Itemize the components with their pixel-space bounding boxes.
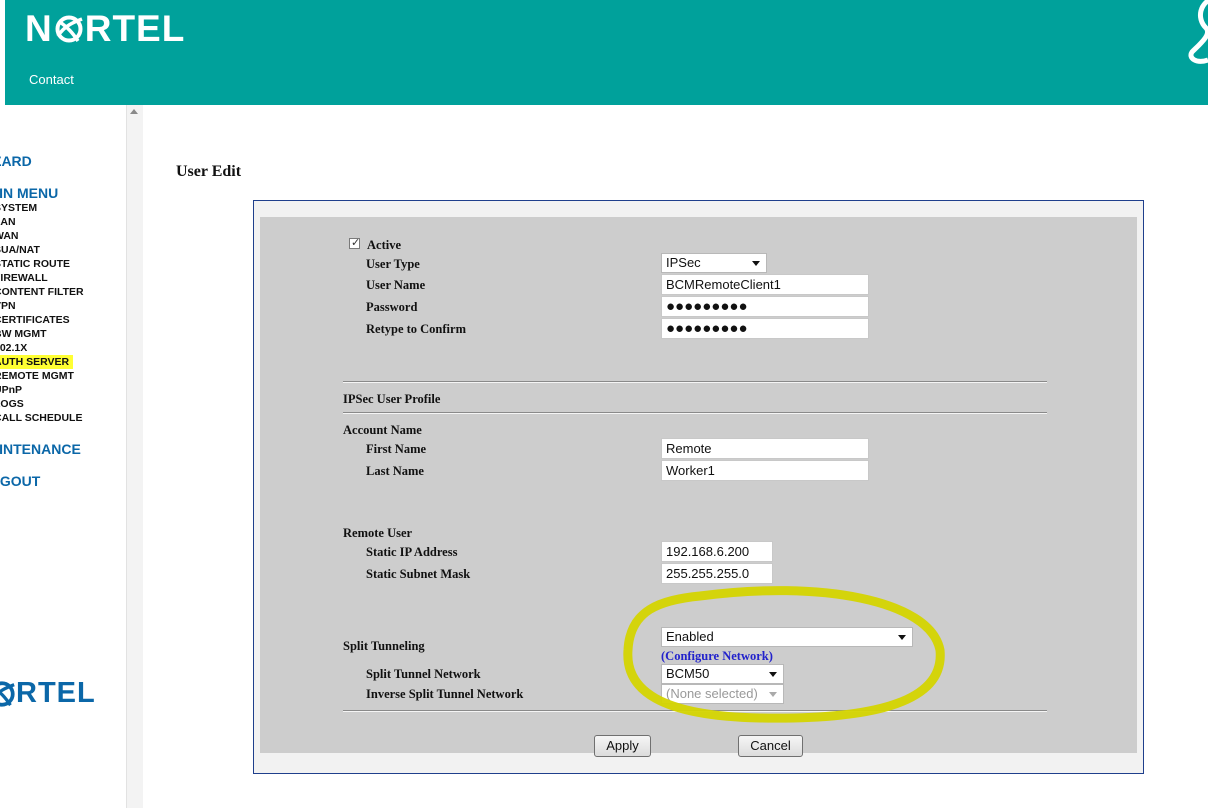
first-name-input[interactable]: Remote bbox=[661, 438, 869, 459]
last-name-input[interactable]: Worker1 bbox=[661, 460, 869, 481]
sidebar-main-menu[interactable]: AIN MENU bbox=[0, 185, 58, 201]
static-mask-input[interactable]: 255.255.255.0 bbox=[661, 563, 773, 584]
inverse-split-value: (None selected) bbox=[666, 686, 758, 701]
chevron-down-icon bbox=[898, 635, 906, 640]
sidebar-item-remote-mgmt[interactable]: REMOTE MGMT bbox=[0, 369, 74, 383]
inverse-split-select: (None selected) bbox=[661, 684, 784, 704]
split-tunnel-network-label: Split Tunnel Network bbox=[366, 667, 481, 681]
split-tunneling-label: Split Tunneling bbox=[343, 639, 425, 653]
inverse-split-label: Inverse Split Tunnel Network bbox=[366, 687, 524, 701]
password-label: Password bbox=[366, 300, 418, 314]
sidebar-item-bw-mgmt[interactable]: BW MGMT bbox=[0, 327, 47, 341]
cancel-button[interactable]: Cancel bbox=[738, 735, 803, 757]
sidebar-item-content-filter[interactable]: CONTENT FILTER bbox=[0, 285, 84, 299]
active-label: Active bbox=[367, 238, 402, 252]
sidebar-logo-text: RTEL bbox=[16, 677, 96, 709]
sidebar-item-certificates[interactable]: CERTIFICATES bbox=[0, 313, 70, 327]
sidebar-item-firewall[interactable]: FIREWALL bbox=[0, 271, 48, 285]
page-title: User Edit bbox=[176, 163, 242, 180]
user-type-select[interactable]: IPSec bbox=[661, 253, 767, 273]
split-tunnel-network-value: BCM50 bbox=[666, 666, 710, 681]
sidebar-logout[interactable]: OGOUT bbox=[0, 473, 40, 489]
sidebar-item-logs[interactable]: LOGS bbox=[0, 397, 24, 411]
static-mask-label: Static Subnet Mask bbox=[366, 567, 471, 581]
user-name-label: User Name bbox=[366, 278, 426, 292]
active-checkbox[interactable]: ✓ bbox=[349, 236, 361, 249]
static-ip-label: Static IP Address bbox=[366, 545, 458, 559]
sidebar-item-vpn[interactable]: VPN bbox=[0, 299, 16, 313]
sidebar-item-upnp[interactable]: UPnP bbox=[0, 383, 22, 397]
sidebar-maintenance[interactable]: AINTENANCE bbox=[0, 441, 81, 457]
configure-network-link[interactable]: (Configure Network) bbox=[661, 649, 773, 664]
apply-button[interactable]: Apply bbox=[594, 735, 651, 757]
chevron-down-icon bbox=[769, 692, 777, 697]
ipsec-profile-heading: IPSec User Profile bbox=[343, 392, 441, 406]
static-ip-input[interactable]: 192.168.6.200 bbox=[661, 541, 773, 562]
user-edit-form: ✓ Active User Type IPSec User Name BCMRe… bbox=[253, 200, 1144, 774]
form-body: ✓ Active User Type IPSec User Name BCMRe… bbox=[260, 217, 1137, 757]
sidebar-item-static-route[interactable]: STATIC ROUTE bbox=[0, 257, 70, 271]
scroll-up-arrow-icon[interactable] bbox=[130, 109, 138, 114]
chevron-down-icon bbox=[752, 261, 760, 266]
divider bbox=[343, 710, 1047, 712]
top-header: N RTEL Contact bbox=[5, 0, 1208, 105]
nortel-logo: N RTEL bbox=[25, 8, 185, 50]
user-name-input[interactable]: BCMRemoteClient1 bbox=[661, 274, 869, 295]
sidebar-nortel-logo: RTEL bbox=[0, 677, 96, 710]
split-tunneling-select[interactable]: Enabled bbox=[661, 627, 913, 647]
logo-text-right: RTEL bbox=[84, 8, 186, 49]
divider bbox=[343, 381, 1047, 383]
split-tunneling-value: Enabled bbox=[666, 629, 714, 644]
sidebar-wizard[interactable]: IZARD bbox=[0, 153, 32, 169]
sidebar-item-8021x[interactable]: 802.1X bbox=[0, 341, 27, 355]
password-input[interactable]: ●●●●●●●●● bbox=[661, 296, 869, 317]
sidebar-nav: IZARD AIN MENU SYSTEM LAN WAN SUA/NAT ST… bbox=[0, 105, 126, 808]
sidebar-item-system[interactable]: SYSTEM bbox=[0, 201, 37, 215]
remote-user-heading: Remote User bbox=[343, 526, 413, 540]
first-name-label: First Name bbox=[366, 442, 427, 456]
emblem-icon bbox=[1188, 0, 1208, 64]
user-type-label: User Type bbox=[366, 257, 420, 271]
user-type-value: IPSec bbox=[666, 255, 701, 270]
retype-label: Retype to Confirm bbox=[366, 322, 466, 336]
sidebar-scrollbar[interactable] bbox=[126, 105, 143, 808]
divider bbox=[343, 412, 1047, 414]
globe-icon bbox=[0, 680, 15, 707]
split-tunnel-network-select[interactable]: BCM50 bbox=[661, 664, 784, 684]
retype-password-input[interactable]: ●●●●●●●●● bbox=[661, 318, 869, 339]
last-name-label: Last Name bbox=[366, 464, 424, 478]
sidebar-item-sua-nat[interactable]: SUA/NAT bbox=[0, 243, 40, 257]
logo-text-left: N bbox=[25, 8, 53, 49]
contact-link[interactable]: Contact bbox=[29, 72, 74, 87]
globe-icon bbox=[55, 15, 83, 43]
checkmark-icon: ✓ bbox=[351, 236, 361, 249]
sidebar-item-call-schedule[interactable]: CALL SCHEDULE bbox=[0, 411, 82, 425]
sidebar-item-auth-server[interactable]: AUTH SERVER bbox=[0, 355, 74, 369]
sidebar-item-lan[interactable]: LAN bbox=[0, 215, 16, 229]
chevron-down-icon bbox=[769, 672, 777, 677]
sidebar-item-wan[interactable]: WAN bbox=[0, 229, 19, 243]
account-name-heading: Account Name bbox=[343, 423, 422, 437]
